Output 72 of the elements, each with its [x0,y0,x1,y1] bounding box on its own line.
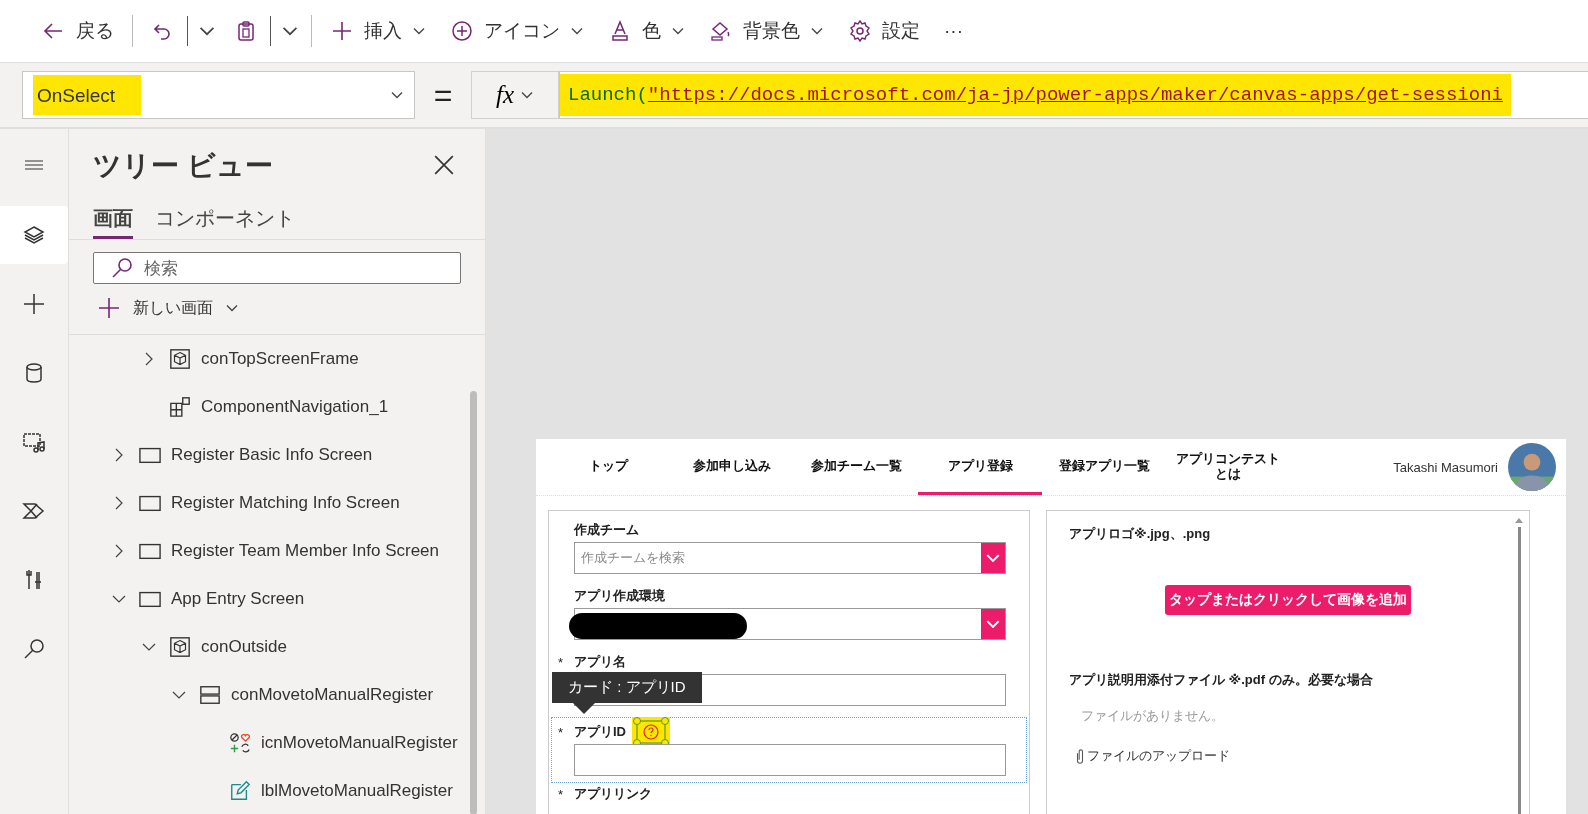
required-mark: * [558,654,565,670]
dropdown-button[interactable] [981,609,1005,639]
equals-sign: = [432,76,454,114]
upload-link[interactable]: ファイルのアップロード [1075,747,1230,765]
scrollbar[interactable] [1515,517,1523,814]
toolbar-button[interactable]: 背景色 [697,11,836,51]
toolbar-button[interactable]: 設定 [836,11,932,51]
field-label: 作成チーム [574,521,639,539]
cube-icon [169,636,191,658]
empty-message: ファイルがありません。 [1081,707,1225,725]
settings-icon [848,19,872,43]
tree-item[interactable]: App Entry Screen [171,589,305,609]
tab[interactable]: コンポーネント [155,205,295,239]
formula-field[interactable]: Launch("https://docs.microsoft.com/ja-jp/power-apps/maker/canvas-apps/get-sessioni [559,71,1588,119]
field-label: アプリロゴ※.jpg、.png [1069,525,1212,543]
tree-item[interactable]: conMovetoManualRegister [231,685,434,705]
field-label: アプリ説明用添付ファイル ※.pdf のみ。必要な場合 [1069,671,1374,689]
scroll-up-icon[interactable] [1515,517,1523,523]
tooltip-arrow-icon [572,702,596,714]
tree-item[interactable]: ComponentNavigation_1 [201,397,389,417]
tree-item[interactable]: Register Team Member Info Screen [171,541,440,561]
user-name: Takashi Masumori [1393,459,1498,475]
add-image-button[interactable]: タップまたはクリックして画像を追加 [1165,585,1411,615]
nav-tab[interactable]: トップ [546,439,670,495]
new-screen-button[interactable]: 新しい画面 [95,292,241,325]
field-label: アプリID [574,723,626,741]
nav-tab[interactable]: アプリ登録 [918,439,1042,495]
tree-item[interactable]: icnMovetoManualRegister [261,733,458,753]
nav-tab[interactable]: アプリコンテストとは [1166,439,1290,495]
cube-icon [169,348,191,370]
tree-item[interactable]: Register Basic Info Screen [171,445,373,465]
avatar [1508,443,1556,491]
tree-item[interactable]: conOutside [201,637,287,657]
property-dropdown[interactable]: OnSelect [22,71,415,119]
scrollbar[interactable] [470,391,477,814]
rail-button[interactable] [0,206,68,264]
function-button[interactable]: fx [471,71,559,119]
tree-item[interactable]: conTopScreenFrame [201,349,359,369]
tree-item[interactable]: Register Matching Info Screen [171,493,400,513]
toolbar-button[interactable]: 戻る [30,11,126,51]
toolbar-button[interactable]: ··· [932,11,975,51]
field-label: アプリ名 [574,653,626,671]
plus-icon [330,19,354,43]
nav-tab[interactable]: 参加チーム一覧 [794,439,918,495]
circle-plus-icon [450,19,474,43]
nav-tab[interactable]: 参加申し込み [670,439,794,495]
icon-set-icon [229,732,251,754]
required-mark: * [558,724,565,740]
search-icon [22,637,46,661]
field-label: アプリリンク [574,785,652,803]
media-icon [22,430,46,454]
text-field[interactable] [574,744,1006,776]
field-label: アプリ作成環境 [574,587,665,605]
layers-icon [22,223,46,247]
dropdown-field[interactable]: 作成チームを検索 [574,542,1006,574]
vertical-container-icon [199,684,221,706]
nav-tab[interactable]: 登録アプリ一覧 [1042,439,1166,495]
dropdown-button[interactable] [981,543,1005,573]
tree-item[interactable]: lblMovetoManualRegister [261,781,453,801]
search-field[interactable]: 検索 [93,252,461,285]
plus-icon [22,292,46,316]
required-mark: * [558,786,565,802]
panel-title: ツリー ビュー [93,149,273,183]
tab[interactable]: 画面 [93,205,133,239]
toolbar-button[interactable]: 挿入 [318,11,438,51]
toolbar-button[interactable]: 色 [596,11,697,51]
paperclip-icon [1075,747,1085,765]
help-icon[interactable] [632,717,670,747]
edit-icon [229,780,251,802]
plus-icon [97,296,121,321]
component-icon [169,396,191,418]
toolbar-button[interactable]: アイコン [438,11,596,51]
